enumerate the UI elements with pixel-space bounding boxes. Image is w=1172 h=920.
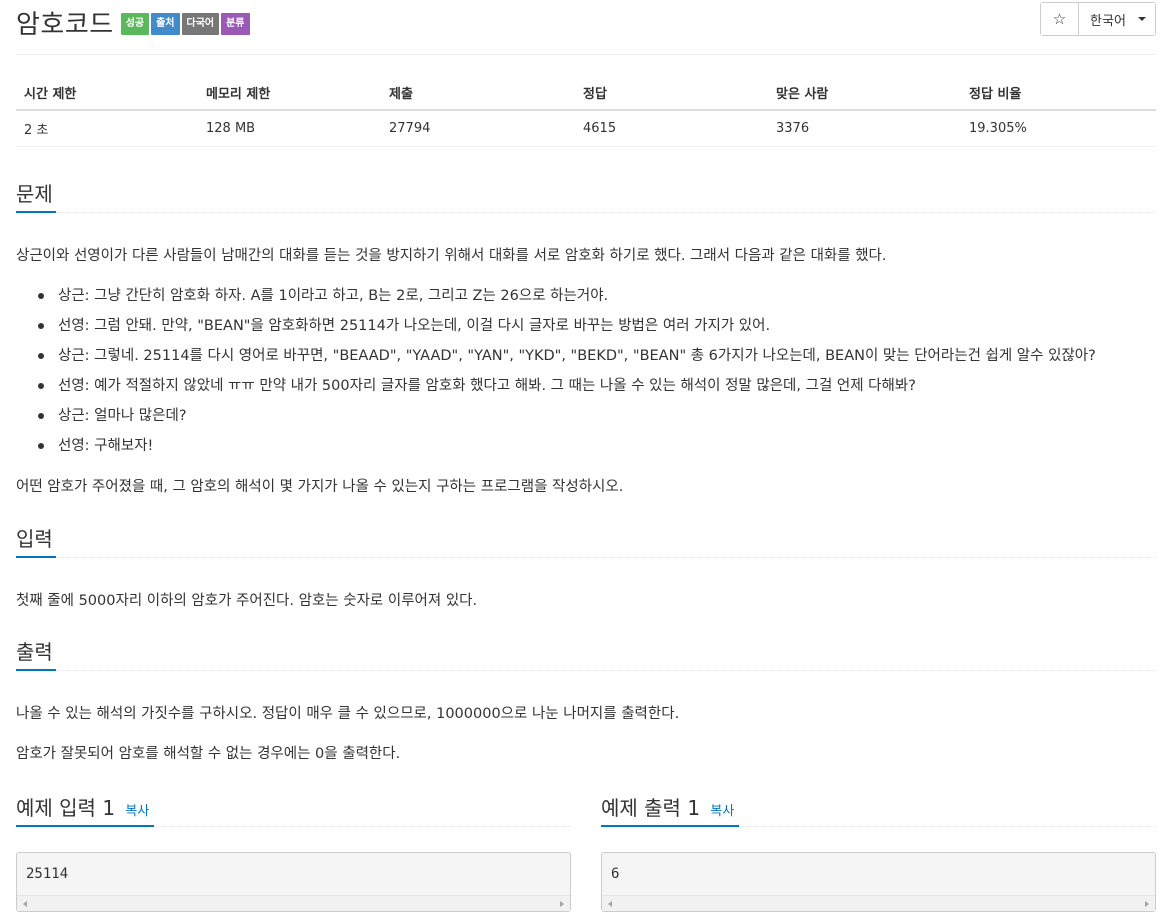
horizontal-scrollbar[interactable]	[602, 895, 1155, 911]
scroll-left-icon[interactable]	[23, 901, 27, 907]
scroll-left-icon[interactable]	[608, 901, 612, 907]
problem-intro: 상근이와 선영이가 다른 사람들이 남매간의 대화를 듣는 것을 방지하기 위해…	[16, 248, 887, 264]
star-icon: ☆	[1052, 10, 1067, 28]
table-header-row: 시간 제한 메모리 제한 제출 정답 맞은 사람 정답 비율	[16, 76, 1156, 111]
header-ratio: 정답 비율	[961, 76, 1156, 111]
example-input-value: 25114	[26, 866, 69, 882]
favorite-button[interactable]: ☆	[1041, 3, 1079, 35]
copy-output-button[interactable]: 복사	[710, 804, 734, 819]
list-item: 선영: 구해보자!	[36, 434, 1096, 464]
header-memory-limit: 메모리 제한	[198, 76, 381, 111]
section-heading-problem: 문제	[16, 182, 53, 206]
header-divider	[16, 54, 1156, 55]
output-description-1: 나올 수 있는 해석의 가짓수를 구하시오. 정답이 매우 클 수 있으므로, …	[16, 706, 680, 722]
header-submissions: 제출	[381, 76, 575, 111]
scroll-right-icon[interactable]	[1145, 901, 1149, 907]
language-select[interactable]: 한국어	[1079, 3, 1155, 35]
chevron-down-icon	[1137, 17, 1146, 21]
example-output-title: 예제 출력 1	[601, 796, 701, 820]
language-label: 한국어	[1090, 13, 1126, 29]
section-rule	[154, 826, 571, 827]
value-time-limit: 2 초	[16, 110, 198, 147]
section-rule	[56, 212, 1156, 213]
badge-source[interactable]: 출처	[151, 13, 180, 35]
section-heading-output: 출력	[16, 640, 53, 664]
header-accepted: 정답	[575, 76, 768, 111]
horizontal-scrollbar[interactable]	[17, 895, 570, 911]
problem-info-table: 시간 제한 메모리 제한 제출 정답 맞은 사람 정답 비율 2 초 128 M…	[16, 76, 1156, 147]
example-output-box[interactable]: 6	[601, 852, 1156, 912]
list-item: 선영: 그럼 안돼. 만약, "BEAN"을 암호화하면 25114가 나오는데…	[36, 314, 1096, 344]
section-rule	[56, 670, 1156, 671]
header-solvers: 맞은 사람	[768, 76, 961, 111]
value-ratio: 19.305%	[961, 110, 1156, 147]
section-underline	[601, 825, 739, 827]
value-memory-limit: 128 MB	[198, 110, 381, 147]
list-item: 상근: 그냥 간단히 암호화 하자. A를 1이라고 하고, B는 2로, 그리…	[36, 284, 1096, 314]
example-output-heading: 예제 출력 1 복사	[601, 792, 734, 821]
badge-list: 성공 출처 다국어 분류	[120, 13, 252, 35]
toolbar: ☆ 한국어	[1040, 2, 1156, 36]
example-input-title: 예제 입력 1	[16, 796, 116, 820]
section-rule	[56, 557, 1156, 558]
list-item: 선영: 예가 적절하지 않았네 ㅠㅠ 만약 내가 500자리 글자를 암호화 했…	[36, 374, 1096, 404]
scroll-right-icon[interactable]	[560, 901, 564, 907]
header-time-limit: 시간 제한	[16, 76, 198, 111]
input-description: 첫째 줄에 5000자리 이하의 암호가 주어진다. 암호는 숫자로 이루어져 …	[16, 593, 478, 609]
table-row: 2 초 128 MB 27794 4615 3376 19.305%	[16, 110, 1156, 147]
section-underline	[16, 211, 56, 213]
section-underline	[16, 669, 56, 671]
example-input-heading: 예제 입력 1 복사	[16, 792, 149, 821]
section-underline	[16, 825, 154, 827]
problem-task: 어떤 암호가 주어졌을 때, 그 암호의 해석이 몇 가지가 나올 수 있는지 …	[16, 479, 624, 495]
output-description-2: 암호가 잘못되어 암호를 해석할 수 없는 경우에는 0을 출력한다.	[16, 746, 401, 762]
section-heading-input: 입력	[16, 527, 53, 551]
section-rule	[739, 826, 1156, 827]
example-input-box[interactable]: 25114	[16, 852, 571, 912]
badge-category[interactable]: 분류	[221, 13, 250, 35]
badge-multilang[interactable]: 다국어	[181, 13, 220, 35]
list-item: 상근: 얼마나 많은데?	[36, 404, 1096, 434]
dialog-list: 상근: 그냥 간단히 암호화 하자. A를 1이라고 하고, B는 2로, 그리…	[36, 284, 1096, 464]
value-accepted[interactable]: 4615	[575, 110, 768, 147]
section-underline	[16, 556, 56, 558]
value-submissions[interactable]: 27794	[381, 110, 575, 147]
badge-success[interactable]: 성공	[120, 13, 150, 35]
problem-title: 암호코드	[16, 9, 114, 40]
copy-input-button[interactable]: 복사	[125, 804, 149, 819]
example-output-value: 6	[611, 866, 620, 882]
problem-header: 암호코드 성공 출처 다국어 분류	[16, 4, 252, 40]
value-solvers[interactable]: 3376	[768, 110, 961, 147]
list-item: 상근: 그렇네. 25114를 다시 영어로 바꾸면, "BEAAD", "YA…	[36, 344, 1096, 374]
